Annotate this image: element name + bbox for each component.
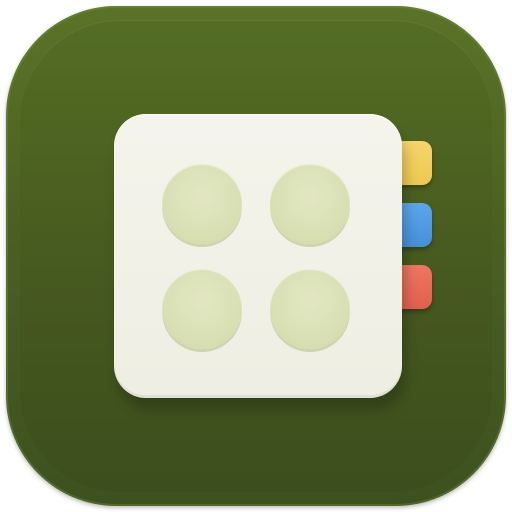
icon-canvas <box>0 0 512 512</box>
circle-dot <box>162 269 242 349</box>
book-card <box>114 114 402 398</box>
circle-dot <box>270 269 350 349</box>
circle-dot <box>162 164 242 244</box>
circle-dot <box>270 164 350 244</box>
